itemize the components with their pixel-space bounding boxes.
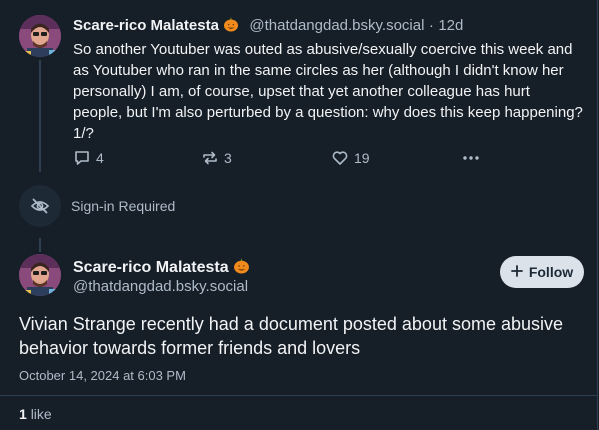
post-header: Scare-rico Malatesta <box>73 257 250 279</box>
more-icon <box>461 149 481 167</box>
post-text: So another Youtuber was outed as abusive… <box>73 41 583 142</box>
reply-icon <box>73 149 91 167</box>
meta-separator: · <box>428 17 434 34</box>
avatar[interactable] <box>19 254 61 296</box>
pumpkin-emoji-icon <box>223 16 239 37</box>
thread-connector <box>39 238 41 252</box>
post-age[interactable]: 12d <box>438 17 463 34</box>
author-handle[interactable]: @thatdangdad.bsky.social <box>73 278 248 295</box>
divider <box>0 395 597 396</box>
like-total: 1 <box>19 406 27 422</box>
likes-summary[interactable]: 1 like <box>19 406 52 422</box>
reply-button[interactable]: 4 <box>73 149 104 167</box>
more-options-button[interactable] <box>461 149 481 167</box>
author-name[interactable]: Scare-rico Malatesta <box>73 17 219 34</box>
like-button[interactable]: 19 <box>331 149 370 167</box>
thread-connector <box>39 60 41 172</box>
post-header: Scare-rico Malatesta @thatdangdad.bsky.s… <box>73 16 463 37</box>
pumpkin-emoji-icon <box>233 257 250 279</box>
author-handle[interactable]: @thatdangdad.bsky.social <box>249 17 424 34</box>
repost-button[interactable]: 3 <box>201 149 232 167</box>
follow-button[interactable]: Follow <box>500 256 584 288</box>
avatar[interactable] <box>19 15 61 57</box>
follow-label: Follow <box>528 264 574 280</box>
like-count: 19 <box>354 150 370 166</box>
like-word: like <box>30 406 52 422</box>
reply-count: 4 <box>96 150 104 166</box>
repost-icon <box>201 149 219 167</box>
post-actions: 4 3 19 <box>73 149 493 169</box>
repost-count: 3 <box>224 150 232 166</box>
thread-view: Scare-rico Malatesta @thatdangdad.bsky.s… <box>0 0 598 430</box>
plus-icon <box>510 264 523 280</box>
eye-slash-icon <box>19 185 61 227</box>
post-timestamp: October 14, 2024 at 6:03 PM <box>19 368 186 383</box>
like-icon <box>331 149 349 167</box>
post-text: Vivian Strange recently had a document p… <box>19 314 564 358</box>
sign-in-required-label: Sign-in Required <box>71 198 176 214</box>
author-name[interactable]: Scare-rico Malatesta <box>73 259 229 276</box>
